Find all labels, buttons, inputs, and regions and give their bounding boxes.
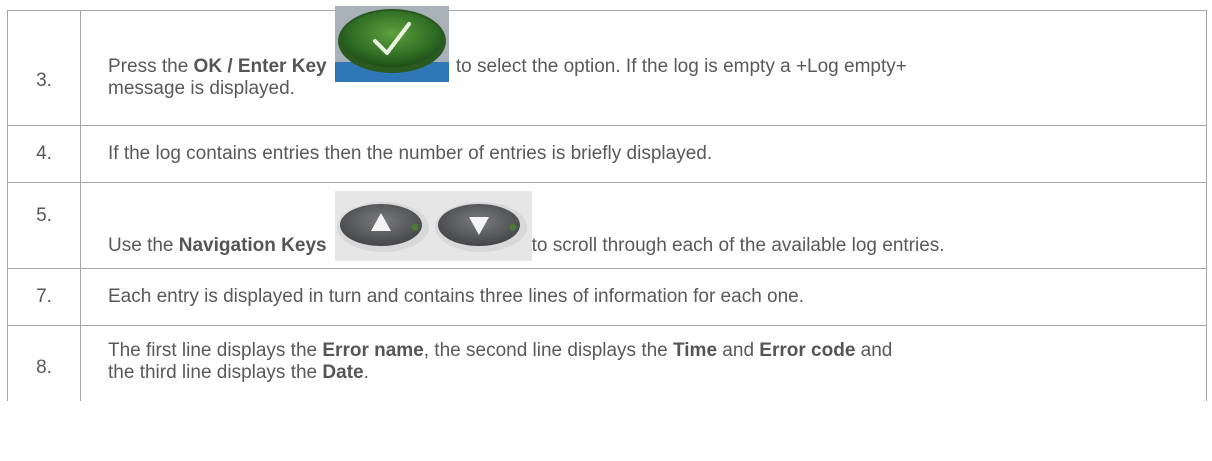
ok-enter-key-label: OK / Enter Key [193, 56, 327, 77]
time-label: Time [673, 340, 718, 361]
step-row-5: 5. Use the Navigation Keys to scroll thr… [8, 183, 1206, 269]
step-text-part: , the second line displays the [423, 340, 674, 361]
step-number: 3. [8, 11, 81, 125]
step-text-part: . [363, 362, 369, 383]
step-row-3: 3. Press the OK / Enter Key to select th… [8, 6, 1206, 126]
step-text: Each entry is displayed in turn and cont… [108, 286, 805, 307]
up-down-navigation-keys-icon [334, 191, 532, 261]
navigation-keys-label: Navigation Keys [178, 235, 327, 256]
step-text-line2: message is displayed. [108, 78, 295, 99]
step-number: 7. [8, 269, 81, 325]
step-row-7: 7. Each entry is displayed in turn and c… [8, 269, 1206, 326]
error-name-label: Error name [322, 340, 424, 361]
step-number: 4. [8, 126, 81, 182]
step-text: If the log contains entries then the num… [108, 143, 713, 164]
step-text-part: The first line displays the [108, 340, 323, 361]
error-code-label: Error code [759, 340, 856, 361]
step-text-part: Press the [108, 56, 194, 77]
step-text-part: and [717, 340, 760, 361]
date-label: Date [322, 362, 364, 383]
instructions-table: 3. Press the OK / Enter Key to select th… [7, 6, 1207, 401]
step-text-part: to select the option. If the log is empt… [450, 56, 907, 77]
step-number: 5. [8, 183, 81, 268]
step-row-8: 8. The first line displays the Error nam… [8, 326, 1206, 401]
step-text-part: to scroll through each of the available … [531, 235, 945, 256]
step-text: Use the Navigation Keys to scroll throug… [81, 183, 1206, 268]
step-row-4: 4. If the log contains entries then the … [8, 126, 1206, 183]
step-text: The first line displays the Error name, … [81, 326, 1206, 401]
step-number: 8. [8, 326, 81, 401]
step-text-part: the third line displays the [108, 362, 323, 383]
step-text: Press the OK / Enter Key to select the o… [81, 6, 1206, 125]
step-text-part: Use the [108, 235, 179, 256]
ok-enter-key-icon [334, 6, 449, 82]
step-text-part: and [855, 340, 893, 361]
